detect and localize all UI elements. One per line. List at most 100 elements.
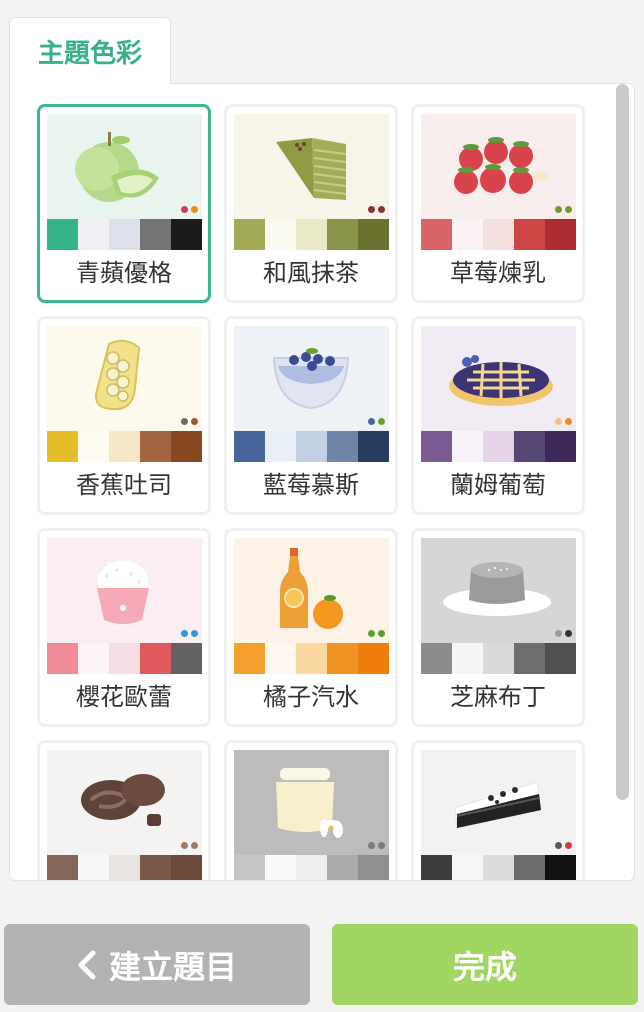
accent-dot xyxy=(191,630,198,637)
theme-card[interactable] xyxy=(37,740,211,880)
color-swatch xyxy=(109,643,140,674)
theme-card[interactable]: 芝麻布丁 xyxy=(411,528,585,727)
color-swatch xyxy=(545,431,576,462)
banana-toast-image xyxy=(47,326,202,431)
accent-dot xyxy=(191,418,198,425)
scrollbar-thumb[interactable] xyxy=(616,84,629,800)
color-swatch xyxy=(452,855,483,880)
vanilla-pudding-jar-image xyxy=(234,750,389,855)
accent-dot xyxy=(565,842,572,849)
color-swatch xyxy=(296,855,327,880)
accent-dot xyxy=(378,418,385,425)
accent-dot xyxy=(181,206,188,213)
done-button[interactable]: 完成 xyxy=(332,924,638,1005)
color-swatch xyxy=(109,219,140,250)
orange-soda-image xyxy=(234,538,389,643)
color-swatch xyxy=(452,219,483,250)
color-swatch xyxy=(171,431,202,462)
theme-card[interactable]: 青蘋優格 xyxy=(37,104,211,303)
theme-label: 青蘋優格 xyxy=(76,259,172,287)
color-swatches xyxy=(234,219,389,250)
color-swatch xyxy=(545,643,576,674)
color-swatch xyxy=(47,855,78,880)
accent-dot xyxy=(368,630,375,637)
color-swatch xyxy=(514,431,545,462)
color-swatches xyxy=(421,855,576,880)
theme-card[interactable]: 蘭姆葡萄 xyxy=(411,316,585,515)
back-button-label: 建立題目 xyxy=(108,947,237,986)
color-swatches xyxy=(421,431,576,462)
color-swatch xyxy=(483,431,514,462)
color-swatches xyxy=(47,643,202,674)
tab-theme-colors[interactable]: 主題色彩 xyxy=(9,17,171,84)
theme-grid-panel[interactable]: 青蘋優格 和風抹茶 草莓煉乳 香蕉吐司 藍莓慕斯 蘭姆葡萄 櫻花歐蕾 橘子汽水 … xyxy=(9,83,635,881)
done-button-label: 完成 xyxy=(452,947,517,986)
rum-raisin-pie-image xyxy=(421,326,576,431)
sakura-cupcake-image xyxy=(47,538,202,643)
accent-dot xyxy=(368,418,375,425)
theme-label: 芝麻布丁 xyxy=(450,683,546,711)
color-swatch xyxy=(171,643,202,674)
color-swatch xyxy=(483,219,514,250)
chocolate-roll-image xyxy=(47,750,202,855)
theme-label: 橘子汽水 xyxy=(263,683,359,711)
accent-dot xyxy=(378,630,385,637)
color-swatch xyxy=(265,855,296,880)
accent-dot xyxy=(378,842,385,849)
accent-dot xyxy=(181,418,188,425)
color-swatch xyxy=(514,643,545,674)
color-swatch xyxy=(78,431,109,462)
theme-card[interactable]: 草莓煉乳 xyxy=(411,104,585,303)
color-swatches xyxy=(421,219,576,250)
color-swatches xyxy=(234,643,389,674)
theme-label: 藍莓慕斯 xyxy=(263,471,359,499)
accent-dot xyxy=(191,842,198,849)
color-swatch xyxy=(265,643,296,674)
back-create-question-button[interactable]: 建立題目 xyxy=(4,924,310,1005)
accent-dot xyxy=(191,206,198,213)
color-swatch xyxy=(327,431,358,462)
accent-dot xyxy=(555,630,562,637)
black-pie-slice-image xyxy=(421,750,576,855)
color-swatches xyxy=(234,431,389,462)
theme-card[interactable]: 橘子汽水 xyxy=(224,528,398,727)
color-swatch xyxy=(327,855,358,880)
theme-card[interactable] xyxy=(411,740,585,880)
theme-card[interactable] xyxy=(224,740,398,880)
color-swatch xyxy=(47,219,78,250)
color-swatch xyxy=(296,431,327,462)
theme-card[interactable]: 香蕉吐司 xyxy=(37,316,211,515)
color-swatch xyxy=(421,431,452,462)
color-swatch xyxy=(358,431,389,462)
theme-label: 草莓煉乳 xyxy=(450,259,546,287)
color-swatch xyxy=(47,431,78,462)
color-swatch xyxy=(358,643,389,674)
green-apple-image xyxy=(47,114,202,219)
color-swatch xyxy=(78,643,109,674)
color-swatch xyxy=(358,219,389,250)
color-swatch xyxy=(109,855,140,880)
color-swatches xyxy=(47,431,202,462)
color-swatch xyxy=(234,219,265,250)
color-swatch xyxy=(514,855,545,880)
color-swatch xyxy=(234,855,265,880)
accent-dot xyxy=(565,630,572,637)
color-swatch xyxy=(358,855,389,880)
theme-label: 和風抹茶 xyxy=(263,259,359,287)
theme-card[interactable]: 櫻花歐蕾 xyxy=(37,528,211,727)
color-swatches xyxy=(47,219,202,250)
theme-card[interactable]: 藍莓慕斯 xyxy=(224,316,398,515)
color-swatch xyxy=(452,643,483,674)
color-swatch xyxy=(140,431,171,462)
theme-card[interactable]: 和風抹茶 xyxy=(224,104,398,303)
color-swatches xyxy=(234,855,389,880)
color-swatch xyxy=(545,219,576,250)
theme-label: 櫻花歐蕾 xyxy=(76,683,172,711)
color-swatch xyxy=(327,643,358,674)
matcha-cake-image xyxy=(234,114,389,219)
accent-dot xyxy=(555,206,562,213)
theme-label: 蘭姆葡萄 xyxy=(450,471,546,499)
chevron-left-icon xyxy=(78,950,96,979)
color-swatches xyxy=(47,855,202,880)
blueberry-mousse-image xyxy=(234,326,389,431)
